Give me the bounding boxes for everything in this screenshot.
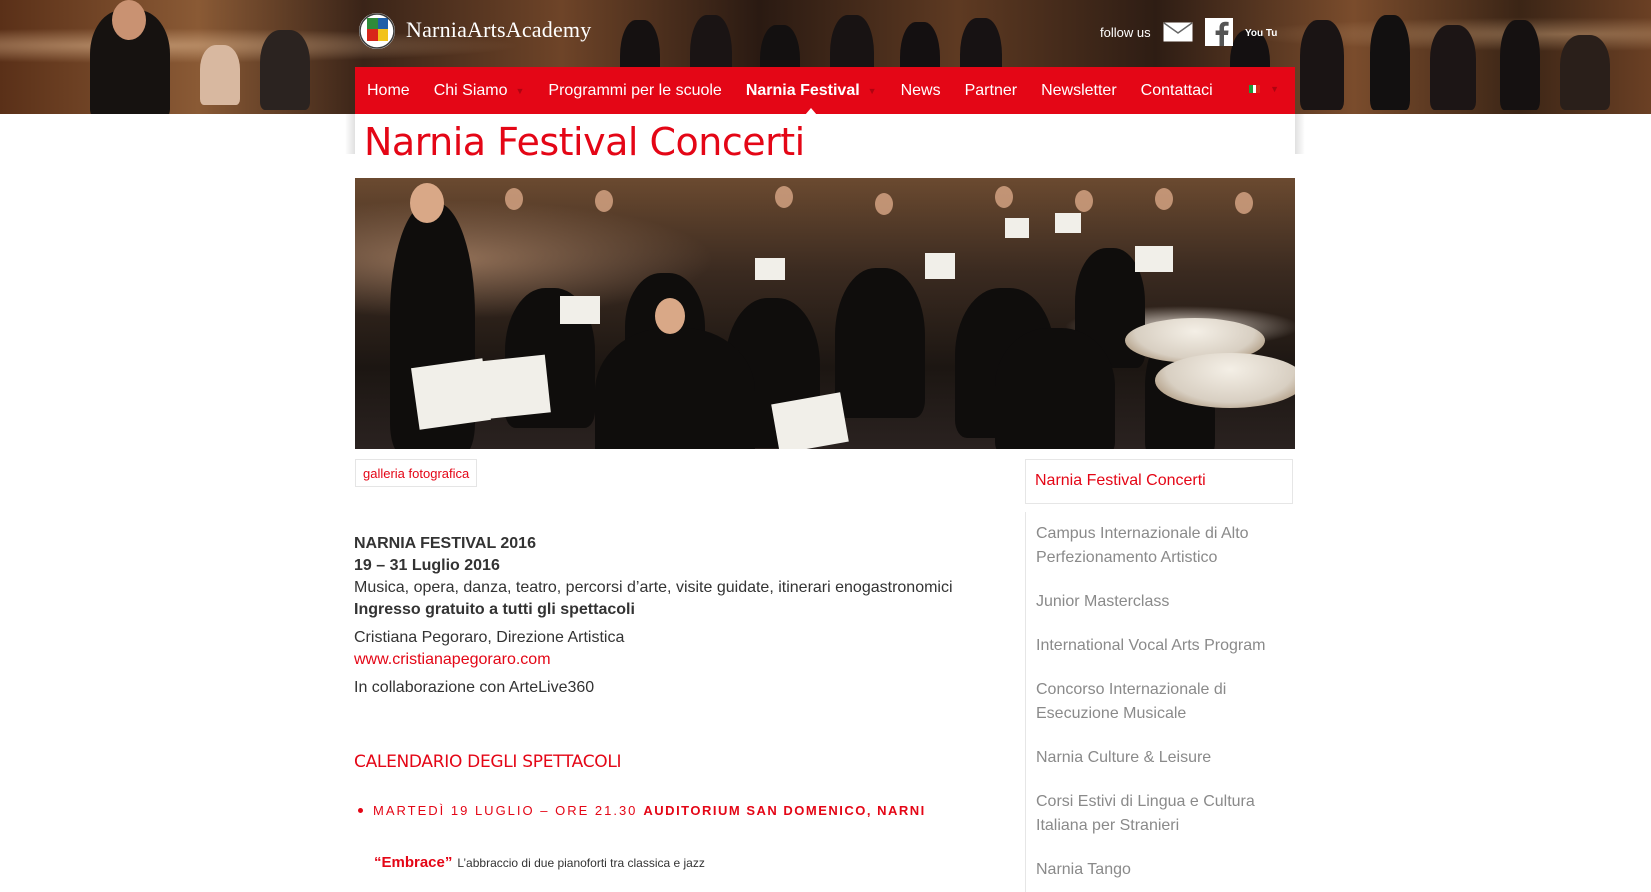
event-date-time: Martedì 19 luglio – ore 21.30	[373, 803, 638, 818]
event-venue: Auditorium San Domenico, Narni	[643, 803, 926, 818]
nav-item-chi-siamo[interactable]: Chi Siamo ▼	[422, 67, 537, 114]
gallery-button[interactable]: galleria fotografica	[355, 459, 478, 487]
director-website-link[interactable]: www.cristianapegoraro.com	[354, 651, 551, 668]
event-description: L’abbraccio di due pianoforti tra classi…	[457, 856, 705, 870]
logo-icon	[359, 13, 395, 49]
italian-flag-icon	[1249, 85, 1261, 93]
sidebar-item-vocal-arts[interactable]: International Vocal Arts Program	[1025, 624, 1293, 668]
page-title: Narnia Festival Concerti	[364, 120, 805, 164]
column-shadow	[1295, 114, 1305, 154]
column-shadow	[345, 114, 355, 154]
festival-dates: 19 – 31 Luglio 2016	[354, 557, 500, 574]
chevron-down-icon: ▼	[515, 85, 525, 96]
main-nav: Home Chi Siamo ▼ Programmi per le scuole …	[355, 67, 1295, 115]
nav-item-programmi[interactable]: Programmi per le scuole	[536, 67, 733, 114]
site-logo[interactable]: NarniaArtsAcademy	[358, 8, 591, 52]
mail-icon[interactable]	[1163, 22, 1193, 42]
free-entry-note: Ingresso gratuito a tutti gli spettacoli	[354, 601, 635, 618]
sidebar-item-narnia-festival-concerti[interactable]: Narnia Festival Concerti	[1025, 459, 1293, 504]
facebook-icon[interactable]	[1204, 18, 1233, 46]
nav-item-news[interactable]: News	[889, 67, 953, 114]
collaboration-note: In collaborazione con ArteLive360	[354, 679, 595, 696]
festival-description: Musica, opera, danza, teatro, percorsi d…	[354, 579, 953, 596]
hero-concert-image	[355, 178, 1295, 449]
logo-text: NarniaArtsAcademy	[406, 17, 592, 42]
sidebar-nav: Narnia Festival Concerti Campus Internaz…	[1025, 459, 1293, 892]
artistic-director: Cristiana Pegoraro, Direzione Artistica	[354, 629, 625, 646]
sidebar-item-concorso[interactable]: Concorso Internazionale di Esecuzione Mu…	[1025, 668, 1293, 736]
sidebar-item-culture-leisure[interactable]: Narnia Culture & Leisure	[1025, 736, 1293, 780]
event-name: “Embrace”	[374, 854, 453, 871]
event-title-line: “Embrace” L’abbraccio di due pianoforti …	[374, 854, 705, 871]
bullet-icon	[358, 808, 363, 813]
nav-item-narnia-festival[interactable]: Narnia Festival ▼	[734, 67, 889, 115]
calendar-title: CALENDARIO DEGLI SPETTACOLI	[354, 752, 622, 772]
sidebar-item-corsi-estivi[interactable]: Corsi Estivi di Lingua e Cultura Italian…	[1025, 780, 1293, 848]
event-item: Martedì 19 luglio – ore 21.30 Auditorium…	[358, 803, 926, 818]
nav-item-contattaci[interactable]: Contattaci	[1129, 67, 1225, 114]
main-content: NARNIA FESTIVAL 2016 19 – 31 Luglio 2016…	[354, 533, 994, 699]
nav-item-newsletter[interactable]: Newsletter	[1029, 67, 1129, 114]
chevron-down-icon: ▼	[1270, 84, 1279, 94]
language-selector[interactable]: ▼	[1249, 84, 1279, 94]
youtube-icon[interactable]: You Tube	[1245, 24, 1277, 40]
festival-title: NARNIA FESTIVAL 2016	[354, 535, 536, 552]
youtube-text: You Tube	[1245, 28, 1277, 39]
nav-item-home[interactable]: Home	[355, 67, 422, 114]
sidebar-item-campus[interactable]: Campus Internazionale di Alto Perfeziona…	[1025, 512, 1293, 580]
sidebar-item-narnia-tango[interactable]: Narnia Tango	[1025, 848, 1293, 892]
social-links: follow us You Tube	[1100, 18, 1277, 46]
active-pointer	[805, 108, 818, 115]
chevron-down-icon: ▼	[867, 85, 877, 96]
sidebar-item-junior-masterclass[interactable]: Junior Masterclass	[1025, 580, 1293, 624]
follow-label: follow us	[1100, 24, 1151, 40]
nav-item-partner[interactable]: Partner	[953, 67, 1029, 114]
